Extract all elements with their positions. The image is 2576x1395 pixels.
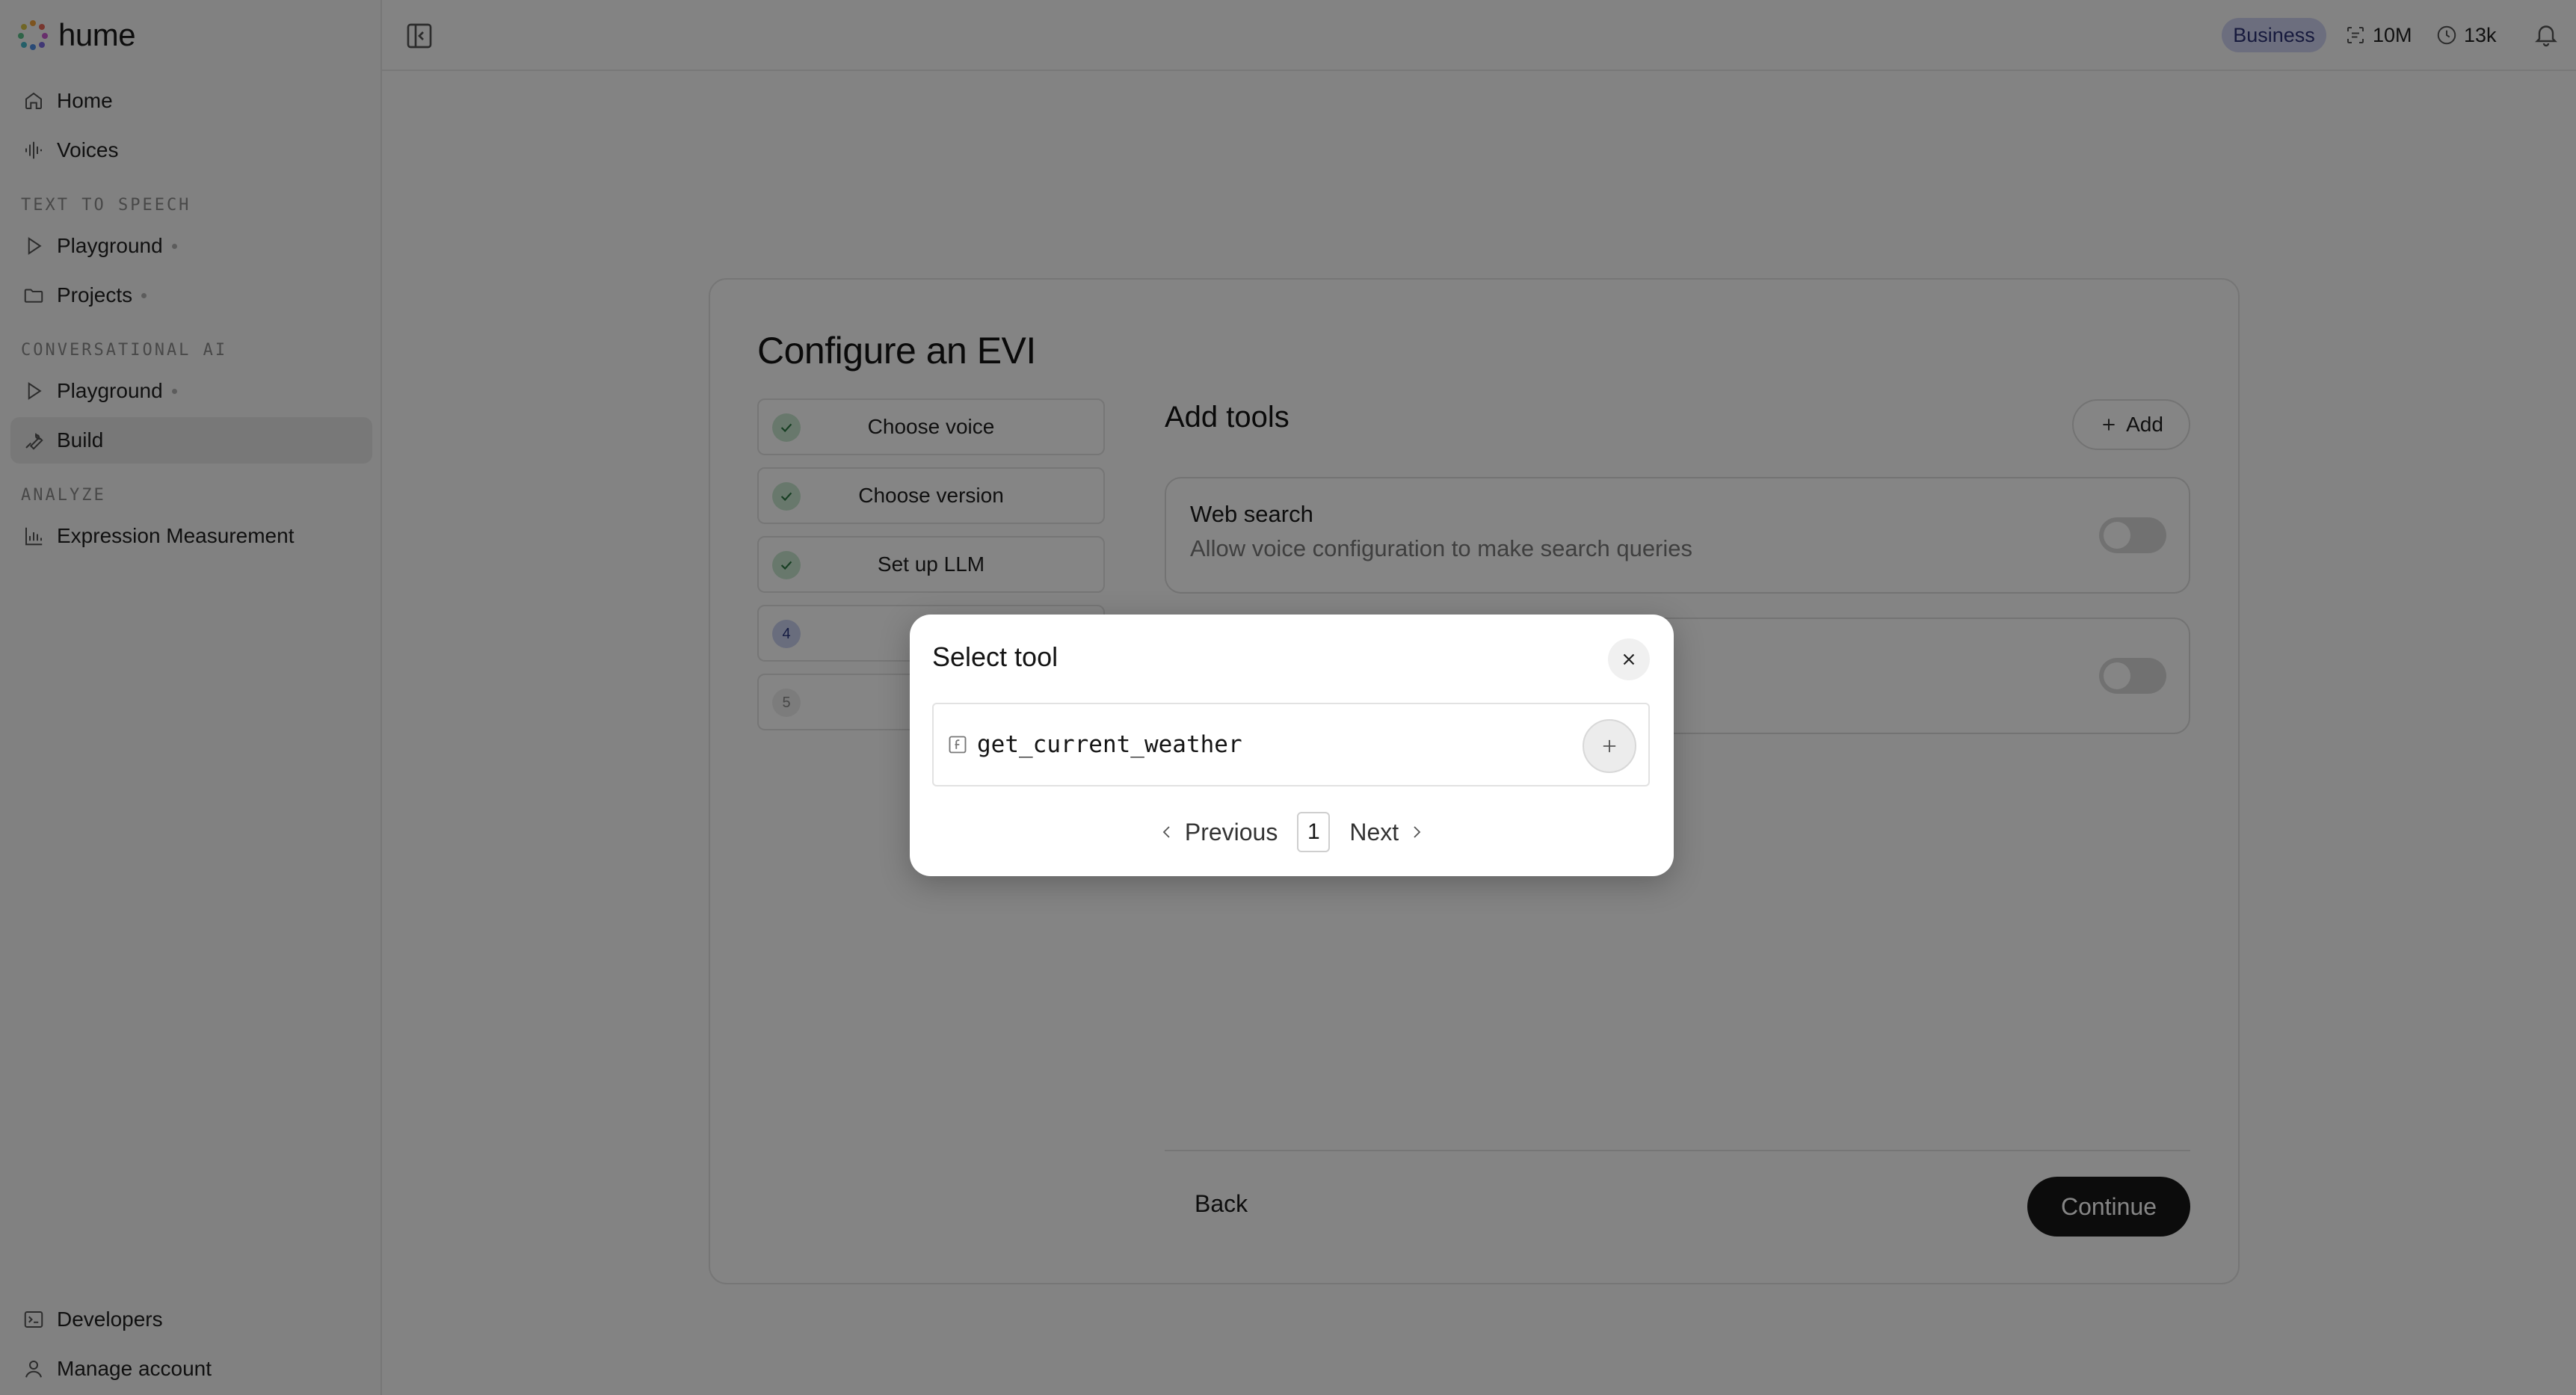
chevron-left-icon [1162, 826, 1170, 838]
dialog-title: Select tool [932, 641, 1059, 672]
tool-function-name: get_current_weather [977, 731, 1242, 758]
select-tool-dialog: Select tool get_current_weather Previous… [910, 615, 1674, 876]
page-number[interactable]: 1 [1297, 812, 1331, 852]
app-root: hume Home Voices TEXT TO SPEECH Playgrou… [0, 0, 2576, 1395]
close-icon [1623, 653, 1635, 665]
close-button[interactable] [1608, 638, 1650, 680]
next-page-button[interactable]: Next [1349, 819, 1426, 846]
add-tool-to-config-button[interactable] [1583, 719, 1636, 773]
previous-label: Previous [1184, 818, 1278, 846]
previous-page-button[interactable]: Previous [1158, 819, 1278, 846]
function-icon [949, 736, 967, 754]
tool-list-item: get_current_weather [932, 703, 1650, 786]
chevron-right-icon [1414, 826, 1421, 838]
pagination: Previous 1 Next [910, 812, 1674, 852]
next-label: Next [1349, 818, 1399, 846]
plus-icon [1603, 739, 1616, 753]
